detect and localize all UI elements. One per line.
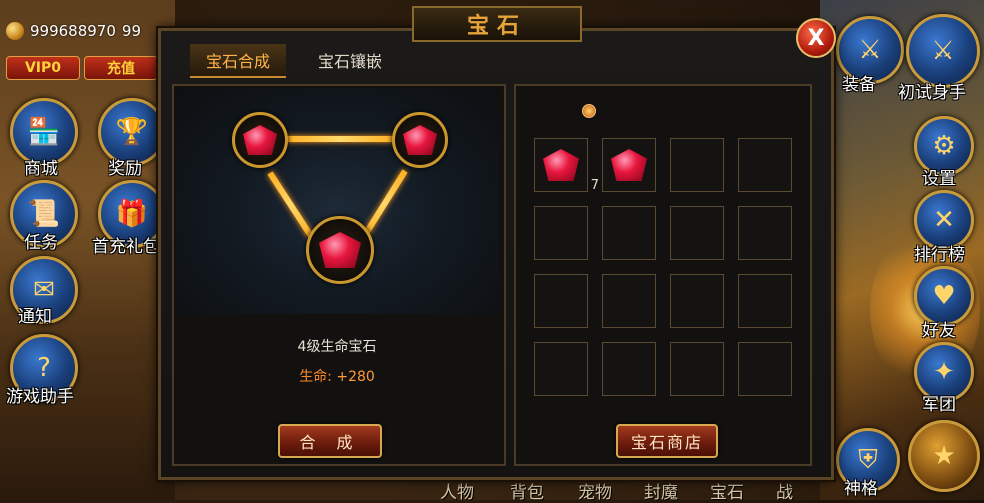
- bottom-tab-battle[interactable]: 战: [776, 478, 793, 503]
- inventory-slot[interactable]: [670, 206, 724, 260]
- settings-label: 设置: [922, 169, 956, 189]
- synthesis-link-top: [284, 136, 396, 142]
- task-scroll-icon: 📜: [27, 199, 61, 229]
- equipment-label: 装备: [842, 75, 876, 95]
- task-label: 任务: [24, 233, 58, 253]
- inventory-slot[interactable]: [602, 206, 656, 260]
- inventory-slot[interactable]: [534, 206, 588, 260]
- inventory-slot[interactable]: [602, 342, 656, 396]
- bottom-tab-bag[interactable]: 背包: [510, 478, 544, 503]
- gold-currency: 999688970 99: [6, 18, 141, 44]
- inventory-slot[interactable]: [602, 138, 656, 192]
- bottom-tab-gem[interactable]: 宝石: [710, 478, 744, 503]
- gold-amount: 999688970: [30, 22, 116, 40]
- gem-inventory-grid: 7: [534, 138, 792, 396]
- gold-amount-secondary: 99: [121, 22, 141, 40]
- synthesize-button[interactable]: 合 成: [278, 424, 382, 458]
- first-recharge-gift-icon: 🎁: [115, 199, 149, 229]
- shop-icon: 🏪: [27, 117, 61, 147]
- equipment-icon: ⚔: [858, 35, 882, 65]
- divinity-label: 神格: [844, 479, 878, 499]
- result-gem-slot[interactable]: [306, 216, 374, 284]
- star-icon: ★: [932, 441, 956, 471]
- legion-label: 军团: [922, 395, 956, 415]
- first-trial-label: 初试身手: [898, 83, 966, 103]
- reward-icon: 🏆: [115, 117, 149, 147]
- attribute-label: 生命:: [299, 369, 332, 385]
- inventory-slot[interactable]: [670, 138, 724, 192]
- notice-icon: ✉: [33, 275, 55, 305]
- inventory-slot[interactable]: [670, 274, 724, 328]
- inventory-slot[interactable]: [738, 206, 792, 260]
- page-indicator-dot[interactable]: [582, 104, 596, 118]
- tab-gem-synthesis[interactable]: 宝石合成: [190, 44, 286, 78]
- inventory-slot[interactable]: [738, 274, 792, 328]
- friends-label: 好友: [922, 321, 956, 341]
- first-recharge-gift-label: 首充礼包: [92, 237, 160, 257]
- dialog-title: 宝石: [412, 6, 582, 42]
- reward-label: 奖励: [108, 159, 142, 179]
- bottom-tab-pet[interactable]: 宠物: [578, 478, 612, 503]
- close-button[interactable]: X: [796, 18, 836, 58]
- gear-icon: ⚙: [932, 131, 956, 161]
- divinity-icon: ⛨: [858, 444, 878, 475]
- main-skill-button[interactable]: ★: [908, 420, 980, 492]
- red-gem-icon: [243, 125, 277, 155]
- inventory-slot[interactable]: [602, 274, 656, 328]
- legion-icon: ✦: [933, 357, 955, 387]
- ranking-icon: ✕: [933, 205, 955, 235]
- inventory-slot[interactable]: [670, 342, 724, 396]
- friends-heart-icon: ♥: [932, 281, 956, 311]
- material-slot-2[interactable]: [392, 112, 448, 168]
- red-gem-icon: [319, 232, 361, 268]
- gem-shop-button[interactable]: 宝石商店: [616, 424, 718, 458]
- game-assistant-label: 游戏助手: [6, 387, 74, 407]
- material-slot-1[interactable]: [232, 112, 288, 168]
- gold-coin-icon: [6, 22, 24, 40]
- notice-label: 通知: [18, 307, 52, 327]
- tab-gem-inlay[interactable]: 宝石镶嵌: [302, 44, 398, 76]
- crossed-swords-icon: ⚔: [931, 36, 955, 66]
- inventory-slot[interactable]: [534, 274, 588, 328]
- inventory-slot[interactable]: 7: [534, 138, 599, 193]
- question-icon: ?: [37, 353, 51, 383]
- inventory-slot[interactable]: [534, 342, 588, 396]
- inventory-slot[interactable]: [738, 138, 792, 192]
- result-gem-name: 4级生命宝石: [297, 339, 377, 355]
- shop-label: 商城: [24, 159, 58, 179]
- red-gem-icon: [543, 149, 579, 181]
- ranking-label: 排行榜: [914, 245, 965, 265]
- vip-button[interactable]: VIP0: [6, 56, 80, 80]
- recharge-button[interactable]: 充值: [84, 56, 158, 80]
- first-trial-button[interactable]: ⚔: [906, 14, 980, 88]
- attribute-value: +280: [336, 369, 375, 385]
- bottom-tab-seal[interactable]: 封魔: [644, 478, 678, 503]
- item-count: 7: [590, 178, 599, 193]
- red-gem-icon: [611, 149, 647, 181]
- inventory-slot[interactable]: [738, 342, 792, 396]
- red-gem-icon: [403, 125, 437, 155]
- result-gem-attribute: 生命: +280: [176, 366, 498, 386]
- close-icon: X: [807, 25, 825, 51]
- bottom-tab-character[interactable]: 人物: [440, 478, 474, 503]
